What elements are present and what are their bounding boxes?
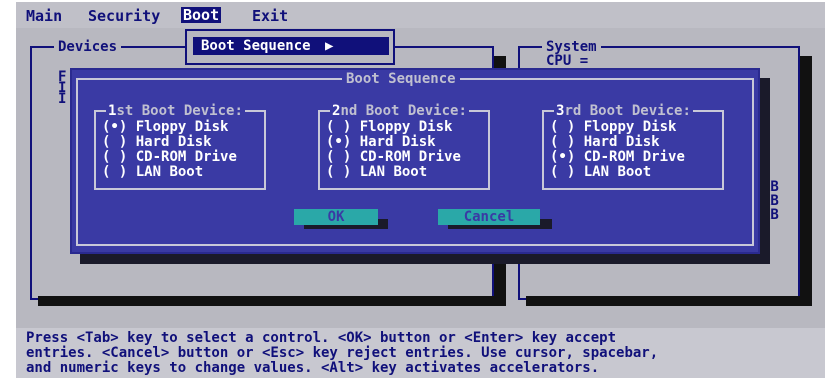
boot-option[interactable]: ( ) LAN Boot	[326, 165, 427, 180]
menu-main[interactable]: Main	[26, 8, 62, 24]
boot-device-group-1: 1st Boot Device: (•) Floppy Disk ( ) Har…	[94, 103, 266, 190]
radio-button[interactable]: (•)	[326, 134, 351, 150]
group-title: 1st Boot Device:	[106, 103, 245, 119]
option-label: LAN Boot	[359, 164, 428, 180]
option-label: Hard Disk	[583, 134, 660, 150]
boot-sequence-button-face[interactable]: Boot Sequence ▶	[193, 37, 389, 55]
option-label: CD-ROM Drive	[583, 149, 685, 165]
option-label: Hard Disk	[359, 134, 436, 150]
devices-frame-shadow-bottom	[38, 296, 506, 306]
option-label: Floppy Disk	[583, 119, 677, 135]
radio-button[interactable]: ( )	[102, 164, 127, 180]
menu-bar: Main Security Boot Exit	[16, 2, 825, 28]
radio-button[interactable]: ( )	[550, 134, 575, 150]
cpu-label: CPU =	[546, 53, 589, 69]
help-bar: Press <Tab> key to select a control. <OK…	[16, 328, 825, 378]
radio-button[interactable]: ( )	[102, 149, 127, 165]
option-label: Floppy Disk	[135, 119, 229, 135]
radio-button[interactable]: ( )	[102, 134, 127, 150]
boot-sequence-button[interactable]: Boot Sequence ▶	[185, 29, 395, 65]
boot-sequence-dialog: Boot Sequence 1st Boot Device: (•) Flopp…	[70, 68, 760, 254]
option-label: LAN Boot	[583, 164, 652, 180]
radio-button[interactable]: ( )	[550, 164, 575, 180]
boot-option[interactable]: ( ) Floppy Disk	[326, 120, 452, 135]
boot-option[interactable]: ( ) LAN Boot	[102, 165, 203, 180]
boot-option[interactable]: ( ) CD-ROM Drive	[102, 150, 237, 165]
boot-option[interactable]: ( ) Hard Disk	[550, 135, 660, 150]
boot-device-group-3: 3rd Boot Device: ( ) Floppy Disk ( ) Har…	[542, 103, 724, 190]
bios-screen: Main Security Boot Exit Devices System C…	[0, 0, 829, 379]
cancel-button[interactable]: Cancel	[438, 209, 540, 225]
system-frame-shadow	[800, 56, 812, 302]
help-text-line: Press <Tab> key to select a control. <OK…	[26, 330, 617, 346]
help-text-line: and numeric keys to change values. <Alt>…	[26, 360, 600, 376]
boot-device-group-2: 2nd Boot Device: ( ) Floppy Disk (•) Har…	[318, 103, 490, 190]
radio-button[interactable]: ( )	[550, 119, 575, 135]
boot-option[interactable]: ( ) LAN Boot	[550, 165, 651, 180]
option-label: Floppy Disk	[359, 119, 453, 135]
menu-boot[interactable]: Boot	[181, 7, 222, 23]
boot-option[interactable]: (•) Hard Disk	[326, 135, 436, 150]
radio-button[interactable]: ( )	[326, 149, 351, 165]
system-frame-shadow-bottom	[526, 296, 812, 306]
radio-button[interactable]: (•)	[550, 149, 575, 165]
menu-security[interactable]: Security	[88, 8, 160, 24]
ok-button[interactable]: OK	[294, 209, 378, 225]
boot-option[interactable]: (•) Floppy Disk	[102, 120, 228, 135]
boot-option[interactable]: (•) CD-ROM Drive	[550, 150, 685, 165]
boot-sequence-label: Boot Sequence	[201, 38, 311, 54]
devices-title: Devices	[54, 39, 122, 55]
radio-button[interactable]: (•)	[102, 119, 127, 135]
group-title: 2nd Boot Device:	[330, 103, 469, 119]
group-title: 3rd Boot Device:	[554, 103, 693, 119]
devices-list-letters: F I I	[58, 70, 67, 107]
radio-button[interactable]: ( )	[326, 119, 351, 135]
help-text-line: entries. <Cancel> button or <Esc> key re…	[26, 345, 659, 361]
arrow-right-icon: ▶	[325, 38, 334, 54]
boot-option[interactable]: ( ) Floppy Disk	[550, 120, 676, 135]
devices-letter: I	[58, 91, 67, 107]
group-title-text: rd Boot Device:	[564, 103, 691, 119]
group-title-text: nd Boot Device:	[340, 103, 467, 119]
option-label: CD-ROM Drive	[359, 149, 461, 165]
radio-button[interactable]: ( )	[326, 164, 351, 180]
boot-option[interactable]: ( ) CD-ROM Drive	[326, 150, 461, 165]
dialog-title: Boot Sequence	[342, 71, 460, 87]
menu-exit[interactable]: Exit	[252, 8, 288, 24]
option-label: CD-ROM Drive	[135, 149, 237, 165]
group-title-text: st Boot Device:	[116, 103, 243, 119]
option-label: Hard Disk	[135, 134, 212, 150]
option-label: LAN Boot	[135, 164, 204, 180]
boot-option[interactable]: ( ) Hard Disk	[102, 135, 212, 150]
